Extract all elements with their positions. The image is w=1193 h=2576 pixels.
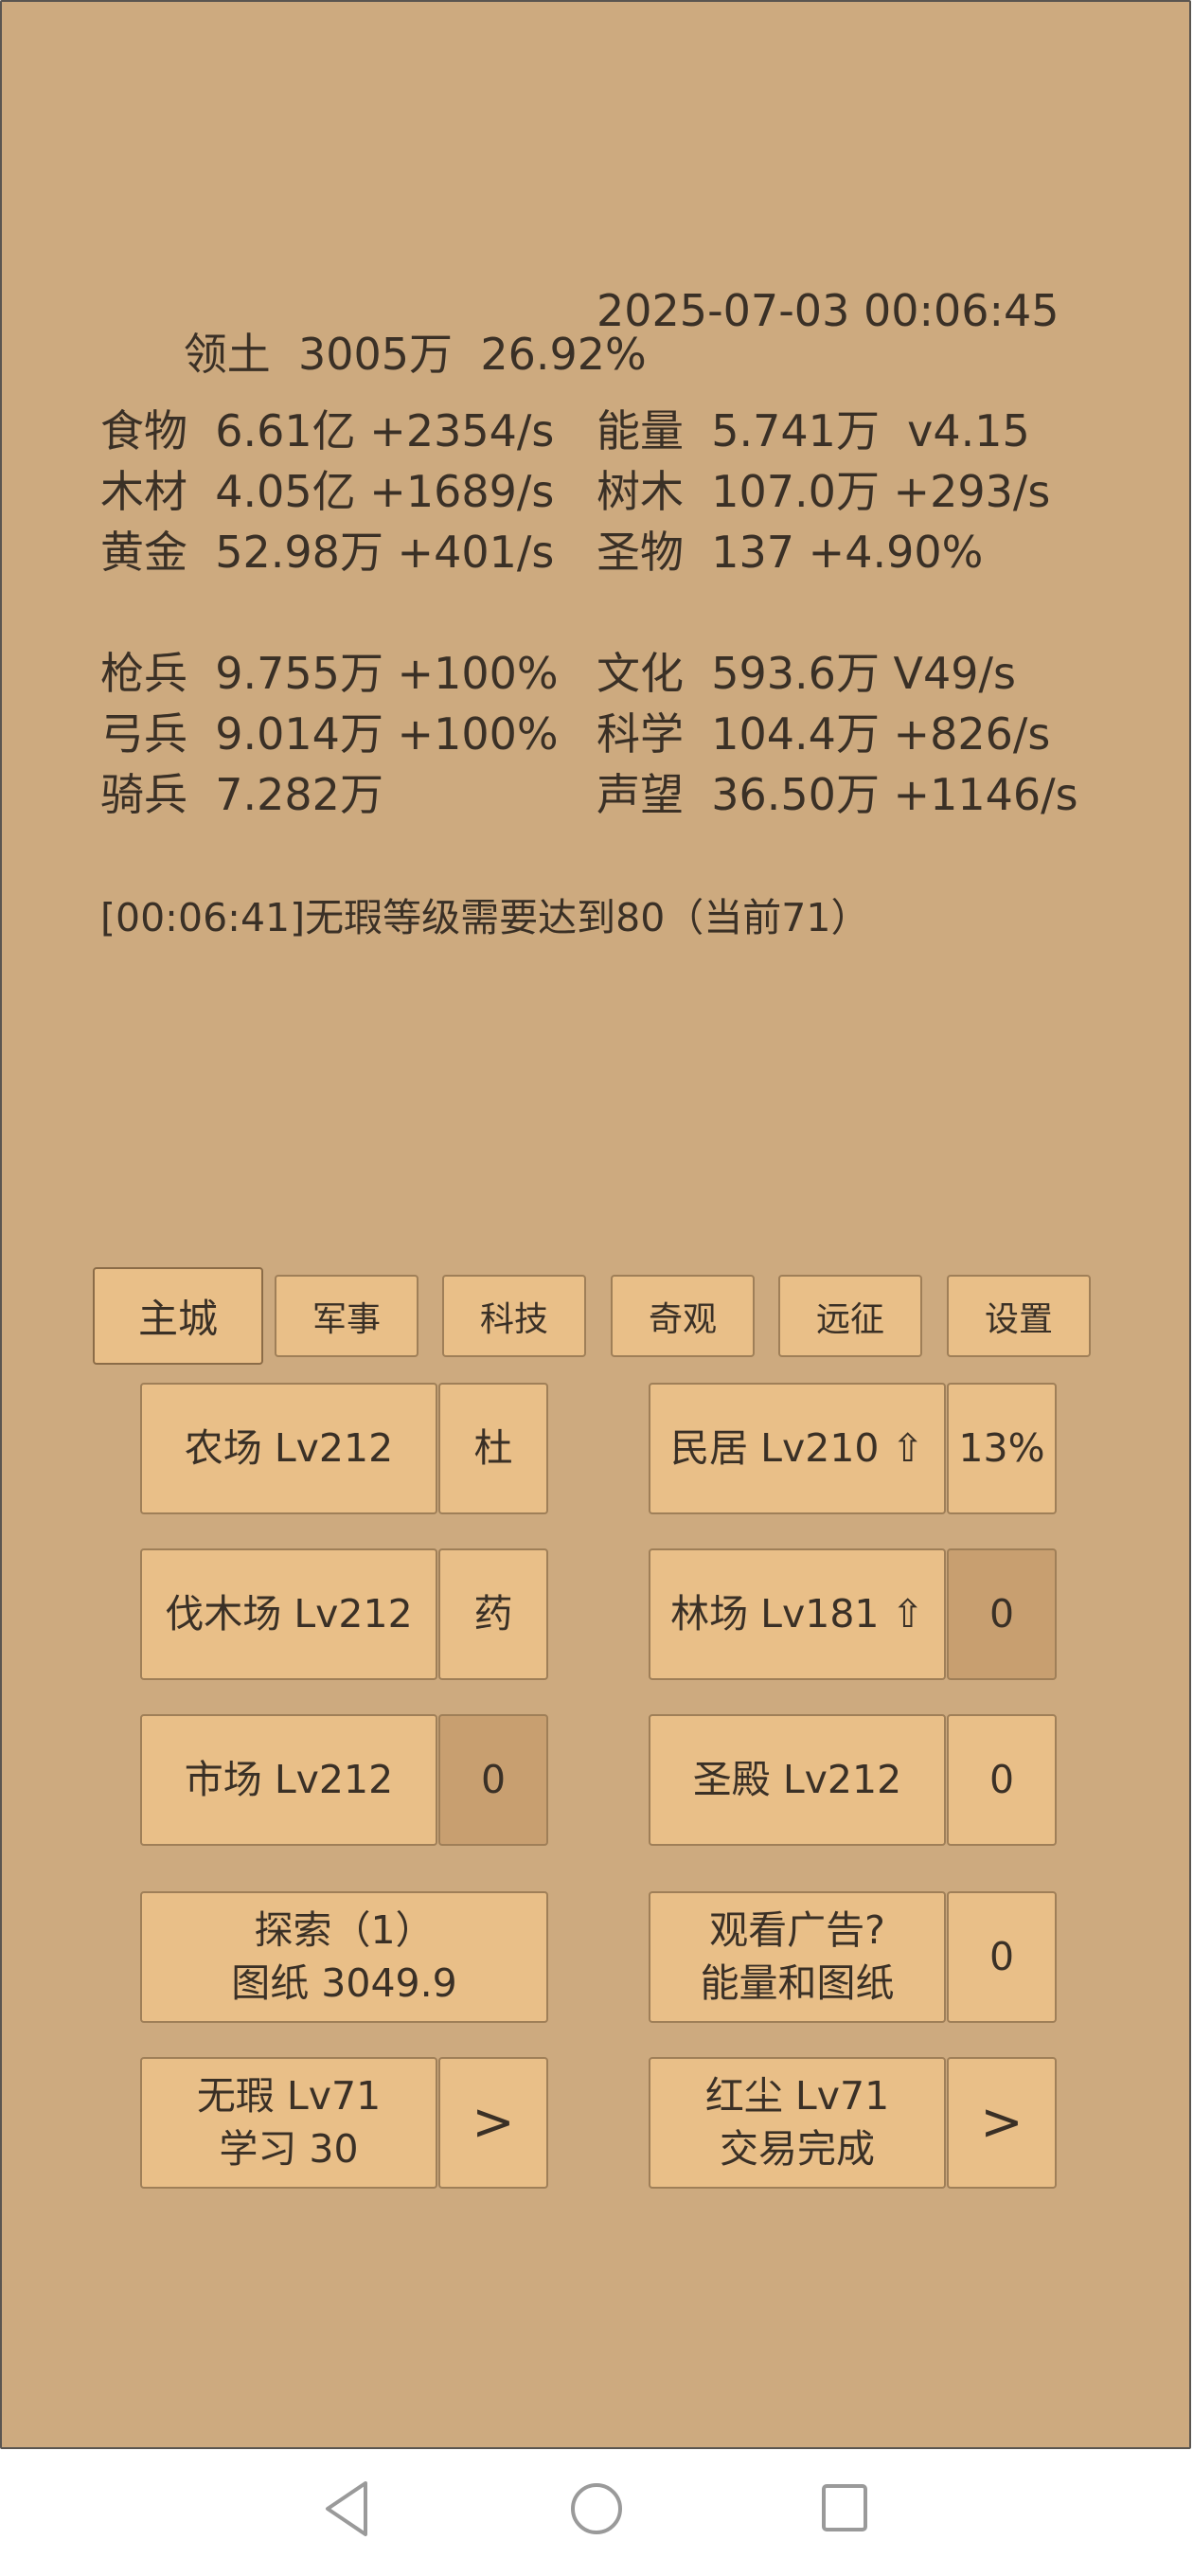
forest-side-label: 0: [988, 1590, 1015, 1637]
explore-label: 探索（1）: [254, 1907, 435, 1954]
explore-button[interactable]: 探索（1） 图纸 3049.9: [140, 1891, 548, 2023]
prestige-value: 36.50万 +1146/s: [711, 769, 1078, 820]
spearman-value: 9.755万 +100%: [215, 648, 559, 699]
market-label: 市场 Lv212: [184, 1756, 394, 1802]
datetime: 2025-07-03 00:06:45: [596, 285, 1059, 336]
flawless-button[interactable]: 无瑕 Lv71 学习 30: [140, 2057, 437, 2189]
relic-row: 圣物 137 +4.90%: [596, 530, 983, 574]
system-nav-bar: [0, 2451, 1193, 2576]
food-row: 食物 6.61亿 +2354/s: [100, 409, 554, 453]
science-row: 科学 104.4万 +826/s: [596, 712, 1050, 756]
back-icon[interactable]: [322, 2479, 371, 2538]
cavalry-value: 7.282万: [215, 769, 383, 820]
science-value: 104.4万 +826/s: [711, 708, 1051, 760]
game-panel: 领土 3005万 26.92% 2025-07-03 00:06:45 食物 6…: [0, 0, 1191, 2449]
tab-wonders[interactable]: 奇观: [611, 1275, 755, 1357]
house-side-label: 13%: [958, 1424, 1045, 1471]
home-icon[interactable]: [568, 2479, 625, 2538]
culture-row: 文化 593.6万 V49/s: [596, 652, 1016, 695]
lumber-mill-label: 伐木场 Lv212: [165, 1590, 413, 1637]
archer-value: 9.014万 +100%: [215, 708, 559, 760]
lumber-side-label: 药: [473, 1590, 513, 1637]
red-dust-next-button[interactable]: >: [947, 2057, 1057, 2189]
farm-side-button[interactable]: 杜: [438, 1383, 548, 1514]
forest-button[interactable]: 林场 Lv181 ⇧: [649, 1548, 946, 1680]
territory-row: 领土 3005万 26.92%: [100, 289, 647, 420]
farm-label: 农场 Lv212: [184, 1424, 394, 1471]
cavalry-row: 骑兵 7.282万: [100, 773, 383, 816]
culture-value: 593.6万 V49/s: [711, 648, 1017, 699]
market-side-button[interactable]: 0: [438, 1714, 548, 1846]
flawless-study: 学习 30: [219, 2125, 359, 2172]
farm-side-label: 杜: [473, 1424, 513, 1471]
gold-label: 黄金: [100, 527, 187, 578]
trees-value: 107.0万 +293/s: [711, 466, 1051, 517]
flawless-next-button[interactable]: >: [438, 2057, 548, 2189]
stats-panel: 领土 3005万 26.92% 2025-07-03 00:06:45 食物 6…: [2, 2, 1189, 1044]
market-button[interactable]: 市场 Lv212: [140, 1714, 437, 1846]
event-log: [00:06:41]无瑕等级需要达到80（当前71）: [100, 895, 870, 940]
trees-label: 树木: [596, 466, 684, 517]
spearman-row: 枪兵 9.755万 +100%: [100, 652, 559, 695]
territory-label: 领土: [183, 329, 271, 380]
archer-label: 弓兵: [100, 708, 187, 760]
ad-side-label: 0: [988, 1933, 1015, 1979]
food-label: 食物: [100, 405, 187, 456]
forest-label: 林场 Lv181 ⇧: [670, 1590, 924, 1637]
gold-row: 黄金 52.98万 +401/s: [100, 530, 554, 574]
prestige-row: 声望 36.50万 +1146/s: [596, 773, 1078, 816]
lumber-mill-button[interactable]: 伐木场 Lv212: [140, 1548, 437, 1680]
science-label: 科学: [596, 708, 684, 760]
chevron-right-icon: >: [980, 2092, 1024, 2153]
house-button[interactable]: 民居 Lv210 ⇧: [649, 1383, 946, 1514]
blueprint-count: 图纸 3049.9: [231, 1959, 457, 2006]
watch-ad-button[interactable]: 观看广告? 能量和图纸: [649, 1891, 946, 2023]
relic-value: 137 +4.90%: [711, 527, 984, 578]
temple-button[interactable]: 圣殿 Lv212: [649, 1714, 946, 1846]
cavalry-label: 骑兵: [100, 769, 187, 820]
ad-side-button[interactable]: 0: [947, 1891, 1057, 2023]
flawless-level: 无瑕 Lv71: [196, 2073, 382, 2120]
watch-ad-reward: 能量和图纸: [700, 1959, 895, 2006]
energy-value: 5.741万 v4.15: [711, 405, 1030, 456]
energy-row: 能量 5.741万 v4.15: [596, 409, 1030, 453]
wood-label: 木材: [100, 466, 187, 517]
archer-row: 弓兵 9.014万 +100%: [100, 712, 559, 756]
tab-expedition[interactable]: 远征: [778, 1275, 922, 1357]
temple-side-button[interactable]: 0: [947, 1714, 1057, 1846]
temple-label: 圣殿 Lv212: [692, 1756, 902, 1802]
tab-technology[interactable]: 科技: [442, 1275, 586, 1357]
relic-label: 圣物: [596, 527, 684, 578]
tab-settings[interactable]: 设置: [947, 1275, 1091, 1357]
tab-military[interactable]: 军事: [275, 1275, 418, 1357]
wood-value: 4.05亿 +1689/s: [215, 466, 555, 517]
red-dust-level: 红尘 Lv71: [704, 2073, 890, 2120]
temple-side-label: 0: [988, 1756, 1015, 1802]
red-dust-button[interactable]: 红尘 Lv71 交易完成: [649, 2057, 946, 2189]
lumber-side-button[interactable]: 药: [438, 1548, 548, 1680]
territory-percent: 26.92%: [480, 329, 647, 380]
farm-button[interactable]: 农场 Lv212: [140, 1383, 437, 1514]
food-value: 6.61亿 +2354/s: [215, 405, 555, 456]
house-label: 民居 Lv210 ⇧: [670, 1424, 924, 1471]
spearman-label: 枪兵: [100, 648, 187, 699]
culture-label: 文化: [596, 648, 684, 699]
tab-main-city[interactable]: 主城: [93, 1267, 263, 1365]
recents-icon[interactable]: [820, 2479, 869, 2538]
prestige-label: 声望: [596, 769, 684, 820]
territory-value: 3005万: [297, 329, 454, 380]
chevron-right-icon: >: [472, 2092, 515, 2153]
wood-row: 木材 4.05亿 +1689/s: [100, 470, 554, 513]
energy-label: 能量: [596, 405, 684, 456]
trees-row: 树木 107.0万 +293/s: [596, 470, 1050, 513]
forest-side-button[interactable]: 0: [947, 1548, 1057, 1680]
house-side-button[interactable]: 13%: [947, 1383, 1057, 1514]
gold-value: 52.98万 +401/s: [215, 527, 555, 578]
market-side-label: 0: [480, 1756, 507, 1802]
watch-ad-label: 观看广告?: [709, 1907, 885, 1954]
red-dust-status: 交易完成: [720, 2125, 875, 2172]
